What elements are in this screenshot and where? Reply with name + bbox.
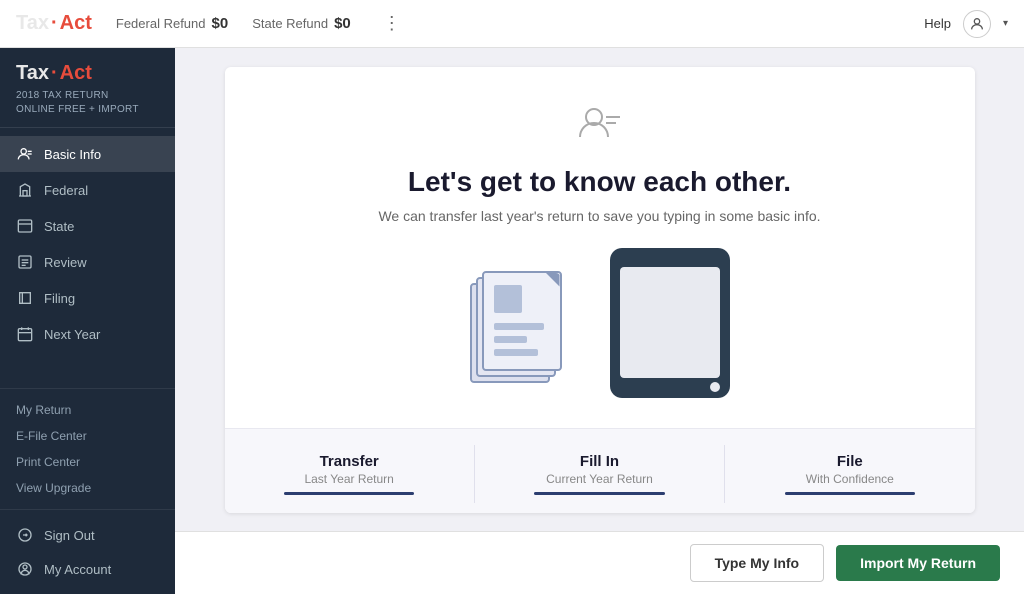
logo: Tax·Act <box>16 12 92 35</box>
step-transfer-bar <box>284 492 414 495</box>
tablet-screen <box>620 267 720 378</box>
sidebar-item-review[interactable]: Review <box>0 244 175 280</box>
sidebar-review-label: Review <box>44 255 87 270</box>
state-refund-value: $0 <box>334 15 351 32</box>
app-header: Tax·Act Federal Refund $0 State Refund $… <box>0 0 1024 48</box>
profile-icon <box>576 97 624 150</box>
sidebar-logo-area: Tax·Act 2018 TAX RETURN ONLINE FREE + IM… <box>0 48 175 128</box>
main-nav: Basic Info Federal State Review <box>0 128 175 388</box>
card-subtitle: We can transfer last year's return to sa… <box>378 208 820 224</box>
sidebar-logo: Tax·Act <box>16 62 159 85</box>
sidebar-my-return[interactable]: My Return <box>0 397 175 423</box>
sidebar-subtitle: 2018 TAX RETURN ONLINE FREE + IMPORT <box>16 89 159 117</box>
sign-out-icon <box>16 526 34 544</box>
sidebar-item-basic-info[interactable]: Basic Info <box>0 136 175 172</box>
review-icon <box>16 253 34 271</box>
sidebar-next-year-label: Next Year <box>44 327 100 342</box>
federal-refund-label: Federal Refund <box>116 16 206 31</box>
step-transfer-desc: Last Year Return <box>304 472 393 486</box>
step-fill-in: Fill In Current Year Return <box>475 445 725 503</box>
step-file-title: File <box>837 453 863 470</box>
federal-refund: Federal Refund $0 <box>116 15 228 32</box>
sidebar-my-account[interactable]: My Account <box>0 552 175 586</box>
more-options-icon[interactable]: ⋮ <box>383 13 401 34</box>
state-refund: State Refund $0 <box>252 15 351 32</box>
step-file: File With Confidence <box>725 445 974 503</box>
my-account-label: My Account <box>44 562 111 577</box>
welcome-card: Let's get to know each other. We can tra… <box>225 67 975 513</box>
federal-refund-value: $0 <box>212 15 229 32</box>
sidebar: Tax·Act 2018 TAX RETURN ONLINE FREE + IM… <box>0 48 175 594</box>
sidebar-item-next-year[interactable]: Next Year <box>0 316 175 352</box>
sidebar-print-center[interactable]: Print Center <box>0 449 175 475</box>
sidebar-item-federal[interactable]: Federal <box>0 172 175 208</box>
sidebar-logo-act: Act <box>60 62 92 85</box>
main-content: Let's get to know each other. We can tra… <box>175 48 1024 594</box>
sidebar-logo-dot: · <box>51 62 58 85</box>
person-icon <box>16 145 34 163</box>
sidebar-federal-label: Federal <box>44 183 88 198</box>
my-account-icon <box>16 560 34 578</box>
card-steps: Transfer Last Year Return Fill In Curren… <box>225 428 975 513</box>
illustration <box>470 248 730 398</box>
logo-tax: Tax <box>16 12 49 35</box>
state-refund-label: State Refund <box>252 16 328 31</box>
filing-icon <box>16 289 34 307</box>
step-transfer-title: Transfer <box>320 453 379 470</box>
sidebar-basic-info-label: Basic Info <box>44 147 101 162</box>
refund-display: Federal Refund $0 State Refund $0 ⋮ <box>116 13 401 34</box>
sidebar-view-upgrade[interactable]: View Upgrade <box>0 475 175 501</box>
help-link[interactable]: Help <box>924 16 951 31</box>
secondary-nav: My Return E-File Center Print Center Vie… <box>0 388 175 509</box>
tablet-home-button <box>710 382 720 392</box>
step-file-bar <box>785 492 915 495</box>
user-avatar[interactable] <box>963 10 991 38</box>
next-year-icon <box>16 325 34 343</box>
federal-icon <box>16 181 34 199</box>
sidebar-filing-label: Filing <box>44 291 75 306</box>
card-title: Let's get to know each other. <box>408 166 791 198</box>
sidebar-logo-tax: Tax <box>16 62 49 85</box>
user-menu-chevron-icon[interactable]: ▾ <box>1003 18 1008 29</box>
sidebar-item-filing[interactable]: Filing <box>0 280 175 316</box>
logo-dot: · <box>51 12 58 35</box>
sign-out-label: Sign Out <box>44 528 95 543</box>
type-info-button[interactable]: Type My Info <box>690 544 825 582</box>
step-file-desc: With Confidence <box>806 472 894 486</box>
sidebar-state-label: State <box>44 219 74 234</box>
step-fill-bar <box>534 492 664 495</box>
sidebar-item-state[interactable]: State <box>0 208 175 244</box>
card-top: Let's get to know each other. We can tra… <box>225 67 975 428</box>
sidebar-efile-center[interactable]: E-File Center <box>0 423 175 449</box>
step-fill-desc: Current Year Return <box>546 472 653 486</box>
bottom-nav: Sign Out My Account <box>0 509 175 594</box>
header-right: Help ▾ <box>924 10 1008 38</box>
main-layout: Tax·Act 2018 TAX RETURN ONLINE FREE + IM… <box>0 48 1024 594</box>
tablet-icon <box>610 248 730 398</box>
content-area: Let's get to know each other. We can tra… <box>175 48 1024 531</box>
state-icon <box>16 217 34 235</box>
step-transfer: Transfer Last Year Return <box>225 445 475 503</box>
sidebar-sign-out[interactable]: Sign Out <box>0 518 175 552</box>
logo-act: Act <box>60 12 92 35</box>
import-return-button[interactable]: Import My Return <box>836 545 1000 581</box>
page-footer: Type My Info Import My Return <box>175 531 1024 594</box>
step-fill-title: Fill In <box>580 453 619 470</box>
document-stack-icon <box>470 263 570 383</box>
